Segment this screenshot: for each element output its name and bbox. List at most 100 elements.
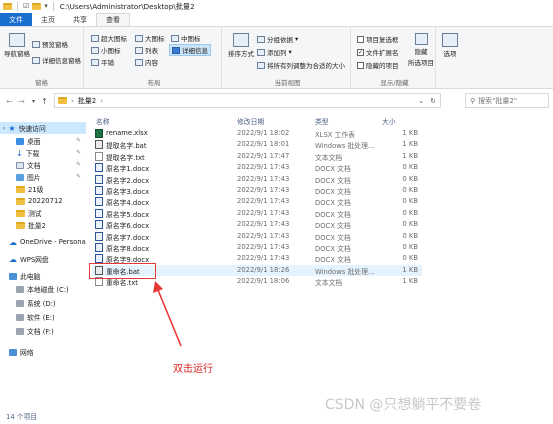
large-icons-button[interactable]: 大图标 — [135, 33, 165, 43]
address-dropdown-icon[interactable]: ⌄ — [418, 97, 424, 105]
nav-disk-f[interactable]: 文档 (F:) — [0, 325, 54, 337]
column-size[interactable]: 大小 — [382, 116, 396, 126]
tab-share[interactable]: 共享 — [64, 13, 96, 26]
nav-quick-access[interactable]: › ★ 快速访问 — [0, 122, 86, 134]
navigation-pane: › ★ 快速访问 桌面 ✎ ↓ 下载 ✎ 文档 ✎ 图片 ✎ 21级 202207… — [0, 117, 86, 407]
pin-icon[interactable]: ✎ — [76, 173, 81, 180]
file-row[interactable]: 原名字1.docx 2022/9/1 17:43 DOCX 文档 0 KB — [92, 162, 422, 173]
file-type: DOCX 文档 — [315, 176, 351, 185]
new-folder-icon[interactable] — [32, 3, 42, 10]
group-label: 显示/隐藏 — [380, 79, 409, 87]
address-bar[interactable]: › 批量2 › ⌄ ↻ — [54, 93, 441, 108]
nav-folder-test[interactable]: 测试 — [0, 207, 42, 219]
quick-access-toolbar: ☑ ▾ — [0, 2, 56, 11]
pin-icon[interactable]: ✎ — [76, 161, 81, 168]
small-icons-button[interactable]: 小图标 — [91, 45, 121, 55]
file-type: DOCX 文档 — [315, 188, 351, 196]
docx-file-icon — [95, 243, 103, 252]
drive-icon — [16, 299, 24, 307]
column-name[interactable]: 名称 — [96, 116, 110, 126]
search-placeholder: 搜索"批量2" — [478, 96, 518, 105]
dropdown-icon[interactable]: ▾ — [44, 3, 48, 10]
docx-file-icon — [95, 197, 103, 207]
column-type[interactable]: 类型 — [315, 116, 329, 126]
nav-folder-21[interactable]: 21级 — [0, 183, 43, 195]
tiles-button[interactable]: 平铺 — [91, 57, 114, 67]
nav-this-pc[interactable]: 此电脑 — [0, 270, 40, 282]
nav-disk-d[interactable]: 系统 (D:) — [0, 297, 56, 309]
pin-icon[interactable]: ✎ — [76, 149, 81, 156]
file-ext-toggle[interactable]: ✓ 文件扩展名 — [357, 47, 399, 57]
nav-desktop[interactable]: 桌面 — [0, 135, 41, 147]
refresh-icon[interactable]: ↻ — [430, 97, 436, 105]
file-row[interactable]: 提取名字.txt 2022/9/1 17:47 文本文档 1 KB — [92, 151, 422, 162]
file-type: Windows 批处理... — [315, 267, 375, 276]
nav-documents[interactable]: 文档 — [0, 159, 41, 171]
options-button[interactable]: 选项 — [442, 33, 458, 58]
star-icon: ★ — [8, 123, 16, 133]
file-list-header: 名称 修改日期 类型 大小 — [92, 114, 427, 126]
layout-group: 超大图标 大图标 中图标 小图标 列表 详细信息 平铺 内容 布局 — [87, 27, 222, 89]
nav-wps[interactable]: ☁ WPS网盘 — [0, 253, 49, 265]
details-pane-button[interactable]: 详细信息窗格 — [32, 55, 81, 65]
up-arrow-icon[interactable]: ↑ — [39, 97, 50, 106]
nav-disk-c[interactable]: 本地磁盘 (C:) — [0, 283, 69, 295]
medium-icons-button[interactable]: 中图标 — [171, 33, 201, 43]
file-row[interactable]: rename.xlsx 2022/9/1 18:02 XLSX 工作表 1 KB — [92, 128, 422, 139]
file-row[interactable]: 提取名字.bat 2022/9/1 18:01 Windows 批处理... 1 KB — [92, 139, 422, 150]
nav-disk-e[interactable]: 软件 (E:) — [0, 311, 55, 323]
properties-icon[interactable]: ☑ — [23, 3, 29, 10]
nav-onedrive[interactable]: ☁ OneDrive - Persona — [0, 236, 86, 248]
file-type: DOCX 文档 — [315, 245, 351, 253]
nav-network[interactable]: 网络 — [0, 346, 34, 358]
divider — [17, 2, 18, 11]
add-column-button[interactable]: 添加列 ▾ — [257, 47, 292, 57]
breadcrumb[interactable]: 批量2 — [78, 96, 96, 106]
group-by-icon — [257, 35, 265, 43]
tab-view[interactable]: 查看 — [96, 13, 130, 26]
large-icons-icon — [135, 34, 143, 42]
file-name: 原名字6.docx — [106, 222, 150, 231]
pin-icon[interactable]: ✎ — [76, 137, 81, 144]
preview-pane-button[interactable]: 预览窗格 — [32, 39, 68, 49]
file-row[interactable]: 原名字6.docx 2022/9/1 17:43 DOCX 文档 0 KB — [92, 219, 422, 230]
hide-selected-button[interactable]: 隐藏 所选项目 — [408, 33, 434, 67]
content-button[interactable]: 内容 — [135, 57, 158, 67]
search-box[interactable]: ⚲ 搜索"批量2" — [465, 93, 549, 108]
tab-home[interactable]: 主页 — [32, 13, 64, 26]
xl-icons-button[interactable]: 超大图标 — [91, 33, 127, 43]
show-hide-group: 项目复选框 ✓ 文件扩展名 隐藏的项目 隐藏 所选项目 显示/隐藏 — [354, 27, 436, 89]
file-row[interactable]: 原名字8.docx 2022/9/1 17:43 DOCX 文档 0 KB — [92, 242, 422, 253]
forward-arrow-icon[interactable]: → — [16, 97, 27, 106]
sort-button[interactable]: 排序方式 — [228, 33, 254, 58]
options-icon — [442, 33, 458, 47]
nav-folder-20220712[interactable]: 20220712 — [0, 195, 63, 207]
file-size: 0 KB — [402, 243, 418, 251]
file-row[interactable]: 原名字4.docx 2022/9/1 17:43 DOCX 文档 0 KB — [92, 196, 422, 207]
back-arrow-icon[interactable]: ← — [4, 97, 15, 106]
drive-icon — [16, 313, 24, 321]
file-row[interactable]: 原名字2.docx 2022/9/1 17:43 DOCX 文档 0 KB — [92, 174, 422, 185]
file-row[interactable]: 原名字7.docx 2022/9/1 17:43 DOCX 文档 0 KB — [92, 231, 422, 242]
group-by-button[interactable]: 分组依据 ▾ — [257, 34, 298, 44]
file-row[interactable]: 原名字3.docx 2022/9/1 17:43 DOCX 文档 0 KB — [92, 185, 422, 196]
nav-pane-button[interactable]: 导航窗格 — [4, 33, 30, 58]
expand-icon: › — [3, 124, 6, 132]
recent-chevron-icon[interactable]: ▾ — [28, 98, 39, 105]
nav-pictures[interactable]: 图片 — [0, 171, 41, 183]
fit-columns-button[interactable]: 将所有列调整为合适的大小 — [257, 60, 345, 70]
folder-icon — [3, 3, 12, 10]
file-name: rename.xlsx — [106, 129, 148, 137]
item-checkbox-toggle[interactable]: 项目复选框 — [357, 34, 399, 44]
nav-downloads[interactable]: ↓ 下载 — [0, 147, 39, 159]
file-type: 文本文档 — [315, 279, 343, 288]
column-date[interactable]: 修改日期 — [237, 116, 264, 126]
nav-folder-batch2[interactable]: 批量2 — [0, 219, 46, 231]
hidden-items-toggle[interactable]: 隐藏的项目 — [357, 60, 399, 70]
file-date: 2022/9/1 18:02 — [237, 129, 290, 137]
details-view-button[interactable]: 详细信息 — [169, 44, 211, 56]
tab-file[interactable]: 文件 — [0, 13, 32, 26]
list-button[interactable]: 列表 — [135, 45, 158, 55]
file-row[interactable]: 原名字5.docx 2022/9/1 17:43 DOCX 文档 0 KB — [92, 208, 422, 219]
file-type: DOCX 文档 — [315, 233, 351, 242]
